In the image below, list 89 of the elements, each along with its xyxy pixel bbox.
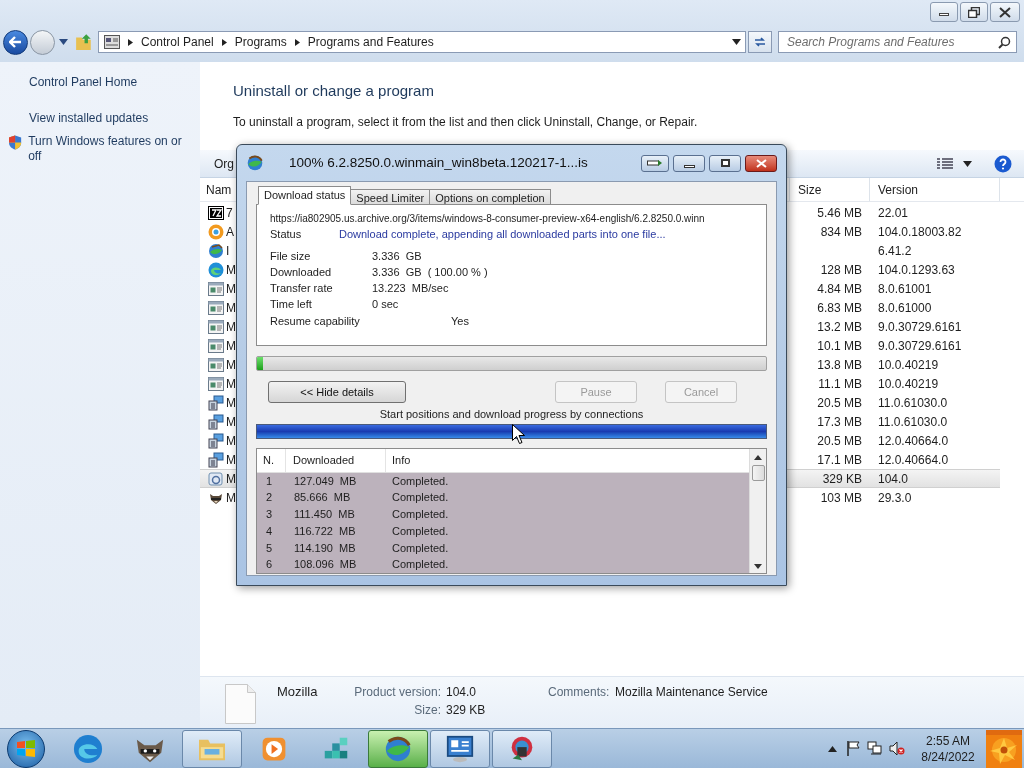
program-name: M xyxy=(226,318,236,336)
program-name: M xyxy=(226,451,236,469)
details-value: 104.0 xyxy=(446,683,478,701)
table-cell-text: 127.049 MB xyxy=(293,473,358,489)
field-label: Status xyxy=(270,227,303,243)
table-cell-text: 4 xyxy=(265,523,274,539)
field-value: 0 sec xyxy=(372,296,399,312)
program-name: M xyxy=(226,489,236,507)
details-label: Comments: xyxy=(548,683,608,701)
program-version: 11.0.61030.0 xyxy=(878,395,948,410)
program-name: M xyxy=(226,261,236,279)
program-version: 8.0.61001 xyxy=(878,281,932,296)
field-label: Transfer rate xyxy=(270,280,334,296)
page-title: Uninstall or change a program xyxy=(233,81,435,101)
program-version: 9.0.30729.6161 xyxy=(878,338,962,353)
program-size: 834 MB xyxy=(820,224,862,239)
program-size: 329 KB xyxy=(822,471,862,486)
program-version: 6.41.2 xyxy=(878,243,912,258)
program-name: I xyxy=(226,242,230,260)
dialog-title: 100% 6.2.8250.0.winmain_win8beta.120217-1...is xyxy=(289,153,588,172)
program-version: 104.0 xyxy=(878,471,909,486)
program-size: 20.5 MB xyxy=(817,395,862,410)
program-size: 10.1 MB xyxy=(817,338,862,353)
details-label: Size: xyxy=(413,701,441,719)
table-cell-text: 2 xyxy=(265,490,274,506)
field-value: Yes xyxy=(451,313,469,329)
program-size: 6.83 MB xyxy=(817,300,862,315)
field-label: Downloaded xyxy=(270,264,333,280)
program-version: 10.0.40219 xyxy=(878,357,939,372)
program-version: 22.01 xyxy=(878,205,909,220)
table-cell-text: 5 xyxy=(265,540,274,556)
program-size: 20.5 MB xyxy=(817,433,862,448)
program-name: M xyxy=(226,375,236,393)
details-value: 329 KB xyxy=(446,701,486,719)
program-size: 103 MB xyxy=(820,490,862,505)
table-cell-text: 85.666 MB xyxy=(293,490,352,506)
details-label: Product version: xyxy=(353,683,441,701)
program-size: 128 MB xyxy=(820,262,862,277)
program-name: M xyxy=(226,299,236,317)
table-cell-text: 111.450 MB xyxy=(293,507,356,523)
program-size: 4.84 MB xyxy=(817,281,862,296)
program-version: 9.0.30729.6161 xyxy=(878,319,962,334)
program-version: 104.0.18003.82 xyxy=(878,224,962,239)
details-value: Mozilla Maintenance Service xyxy=(615,683,768,701)
program-name: M xyxy=(226,356,236,374)
table-cell-text: 6 xyxy=(265,557,274,573)
program-name: M xyxy=(226,394,236,412)
program-version: 8.0.61000 xyxy=(878,300,932,315)
field-value: 3.336 GB xyxy=(372,248,422,264)
program-version: 11.0.61030.0 xyxy=(878,414,948,429)
program-size: 17.3 MB xyxy=(817,414,862,429)
program-name: M xyxy=(226,337,236,355)
program-size: 5.46 MB xyxy=(817,205,862,220)
status-text: Download complete, appending all downloaded parts into one file... xyxy=(339,227,666,243)
program-size: 13.2 MB xyxy=(817,319,862,334)
program-size: 11.1 MB xyxy=(818,376,862,391)
program-name: M xyxy=(226,432,236,450)
table-cell-text: Completed. xyxy=(391,507,449,523)
program-name: M xyxy=(226,280,236,298)
program-name: A xyxy=(226,223,234,241)
table-cell-text: Completed. xyxy=(391,557,449,573)
program-version: 12.0.40664.0 xyxy=(878,433,949,448)
program-name: 7 xyxy=(226,204,233,222)
program-name: M xyxy=(226,413,236,431)
table-cell-text: Completed. xyxy=(391,490,449,506)
table-cell-text: Completed. xyxy=(391,473,449,489)
details-name: Mozilla xyxy=(277,682,319,701)
table-cell-text: Completed. xyxy=(391,540,449,556)
table-cell-text: 114.190 MB xyxy=(293,540,357,556)
program-version: 29.3.0 xyxy=(878,490,912,505)
connections-caption: Start positions and download progress by connections xyxy=(378,407,645,421)
field-label: Resume capability xyxy=(270,313,361,329)
program-size: 17.1 MB xyxy=(817,452,862,467)
program-version: 10.0.40219 xyxy=(878,376,939,391)
download-url: https://ia802905.us.archive.org/3/items/windows-8-consumer-preview-x64-english/6.2.8250.0.winn xyxy=(270,212,706,226)
table-cell-text: 3 xyxy=(265,507,274,523)
table-cell-text: 116.722 MB xyxy=(293,523,357,539)
table-cell-text: 108.096 MB xyxy=(293,557,358,573)
field-label: Time left xyxy=(270,296,313,312)
program-version: 12.0.40664.0 xyxy=(878,452,949,467)
program-version: 104.0.1293.63 xyxy=(878,262,955,277)
field-value: 13.223 MB/sec xyxy=(372,280,449,296)
program-size: 13.8 MB xyxy=(817,357,862,372)
table-cell-text: Completed. xyxy=(391,523,449,539)
table-cell-text: 1 xyxy=(265,473,274,489)
page-description: To uninstall a program, select it from the list and then click Uninstall, Change, or Repair. xyxy=(233,114,699,131)
field-value: 3.336 GB ( 100.00 % ) xyxy=(372,264,488,280)
program-name: M xyxy=(226,470,236,488)
field-label: File size xyxy=(270,248,312,264)
